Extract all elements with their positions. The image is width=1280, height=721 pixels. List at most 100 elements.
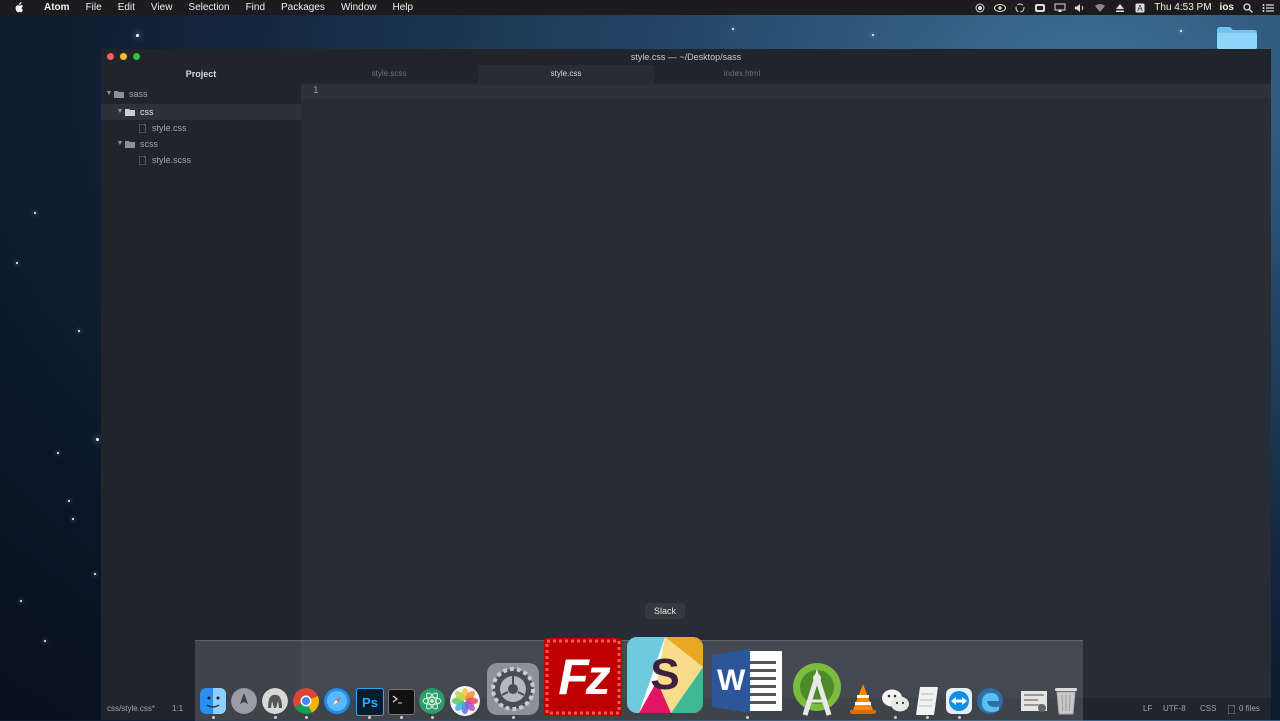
sync-icon[interactable] [1014, 3, 1026, 13]
tree-folder-css[interactable]: ▼ css [101, 104, 301, 120]
menu-find[interactable]: Find [238, 0, 273, 15]
window-zoom-button[interactable] [133, 53, 140, 60]
terminal-icon[interactable] [388, 689, 415, 715]
running-indicator [212, 716, 215, 719]
tab-style-css[interactable]: style.css [478, 65, 654, 83]
tree-item-label: css [140, 107, 154, 117]
keyboard-input-icon[interactable]: A [1134, 3, 1146, 13]
menubar-clock[interactable]: Thu 4:53 PM [1154, 2, 1211, 13]
status-git-files[interactable]: 0 files [1239, 698, 1260, 720]
filezilla-icon[interactable]: Fz [544, 638, 622, 716]
downloads-icon[interactable] [1020, 688, 1048, 714]
system-preferences-icon[interactable] [487, 663, 539, 715]
menu-window[interactable]: Window [333, 0, 385, 15]
window-minimize-button[interactable] [120, 53, 127, 60]
trash-icon[interactable] [1054, 686, 1078, 715]
file-icon [139, 155, 146, 165]
eject-icon[interactable] [1114, 3, 1126, 13]
filezilla-label: Fz [558, 649, 611, 705]
volume-icon[interactable] [1074, 3, 1086, 13]
spotlight-search-icon[interactable] [1242, 2, 1254, 13]
menu-edit[interactable]: Edit [110, 0, 143, 15]
wifi-icon[interactable] [1094, 3, 1106, 13]
folder-icon [114, 90, 124, 98]
file-icon [139, 123, 146, 133]
vlc-icon[interactable] [849, 683, 877, 715]
tree-folder-scss[interactable]: ▼ scss [101, 136, 301, 152]
record-icon[interactable] [974, 3, 986, 13]
folder-icon [125, 140, 135, 148]
running-indicator [512, 716, 515, 719]
status-grammar[interactable]: CSS [1200, 698, 1216, 720]
android-studio-icon[interactable] [791, 661, 843, 717]
slack-icon[interactable]: S [627, 637, 703, 713]
menu-selection[interactable]: Selection [180, 0, 237, 15]
running-indicator [746, 716, 749, 719]
line-number: 1 [313, 86, 319, 96]
wechat-icon[interactable] [881, 688, 911, 714]
notes-icon[interactable] [916, 687, 938, 715]
project-tree-view: Project ▼ sass ▼ css style.css ▼ scss st… [101, 65, 301, 704]
tree-item-label: sass [129, 89, 148, 99]
desktop-folder-icon[interactable] [1216, 26, 1258, 50]
menu-packages[interactable]: Packages [273, 0, 333, 15]
menubar-user[interactable]: ios [1220, 2, 1234, 13]
text-editor[interactable]: 1 [301, 83, 1271, 704]
dock-tooltip: Slack [645, 603, 685, 619]
atom-window: style.css — ~/Desktop/sass Project ▼ sas… [101, 49, 1271, 720]
status-encoding[interactable]: UTF-8 [1163, 698, 1186, 720]
photoshop-icon[interactable]: Ps [356, 688, 384, 716]
apple-logo-icon[interactable] [12, 0, 26, 15]
launchpad-icon[interactable] [231, 688, 257, 714]
tab-index-html[interactable]: index.html [654, 65, 830, 83]
atom-icon[interactable] [419, 688, 445, 714]
running-indicator [400, 716, 403, 719]
slack-letter: S [650, 650, 680, 699]
menu-bar: Atom File Edit View Selection Find Packa… [0, 0, 1280, 15]
tree-item-label: style.scss [152, 155, 192, 165]
menu-app-atom[interactable]: Atom [36, 0, 78, 15]
cloud-icon[interactable] [1034, 3, 1046, 13]
tree-file-style-css[interactable]: style.css [101, 120, 301, 136]
airplay-icon[interactable] [1054, 3, 1066, 13]
running-indicator [926, 716, 929, 719]
eye-icon[interactable] [994, 3, 1007, 13]
photos-icon[interactable] [450, 686, 480, 716]
chrome-icon[interactable] [293, 688, 319, 714]
folder-icon [125, 108, 135, 116]
svg-text:A: A [1138, 4, 1144, 13]
safari-icon[interactable] [324, 688, 350, 714]
window-titlebar[interactable]: style.css — ~/Desktop/sass [101, 49, 1271, 65]
tab-bar: style.scss style.css index.html [301, 65, 1271, 83]
running-indicator [274, 716, 277, 719]
edge-icon[interactable] [977, 688, 1003, 714]
window-title: style.css — ~/Desktop/sass [630, 52, 742, 62]
tab-style-scss[interactable]: style.scss [301, 65, 477, 83]
dock: Ps Fz S W [195, 637, 1083, 721]
window-close-button[interactable] [107, 53, 114, 60]
sequel-pro-icon[interactable] [262, 688, 288, 714]
tree-folder-sass[interactable]: ▼ sass [101, 86, 301, 102]
tree-file-style-scss[interactable]: style.scss [101, 152, 301, 168]
chevron-down-icon: ▼ [116, 140, 124, 147]
menu-file[interactable]: File [78, 0, 110, 15]
tree-item-label: style.css [152, 123, 187, 133]
word-letter: W [717, 664, 746, 697]
tree-item-label: scss [140, 139, 158, 149]
finder-icon[interactable] [200, 688, 226, 714]
menu-help[interactable]: Help [385, 0, 422, 15]
photoshop-label: Ps [362, 694, 378, 710]
status-file-path[interactable]: css/style.css* [107, 698, 155, 720]
running-indicator [305, 716, 308, 719]
status-line-ending[interactable]: LF [1143, 698, 1152, 720]
cursor-line-highlight [301, 85, 1271, 99]
tree-header: Project [185, 69, 217, 79]
notification-center-icon[interactable] [1262, 3, 1274, 13]
word-icon[interactable]: W [710, 647, 784, 715]
file-icon [1227, 704, 1236, 715]
menu-view[interactable]: View [143, 0, 181, 15]
status-cursor-position[interactable]: 1:1 [172, 698, 183, 720]
chevron-down-icon: ▼ [105, 90, 113, 97]
teamviewer-icon[interactable] [946, 688, 972, 714]
running-indicator [894, 716, 897, 719]
